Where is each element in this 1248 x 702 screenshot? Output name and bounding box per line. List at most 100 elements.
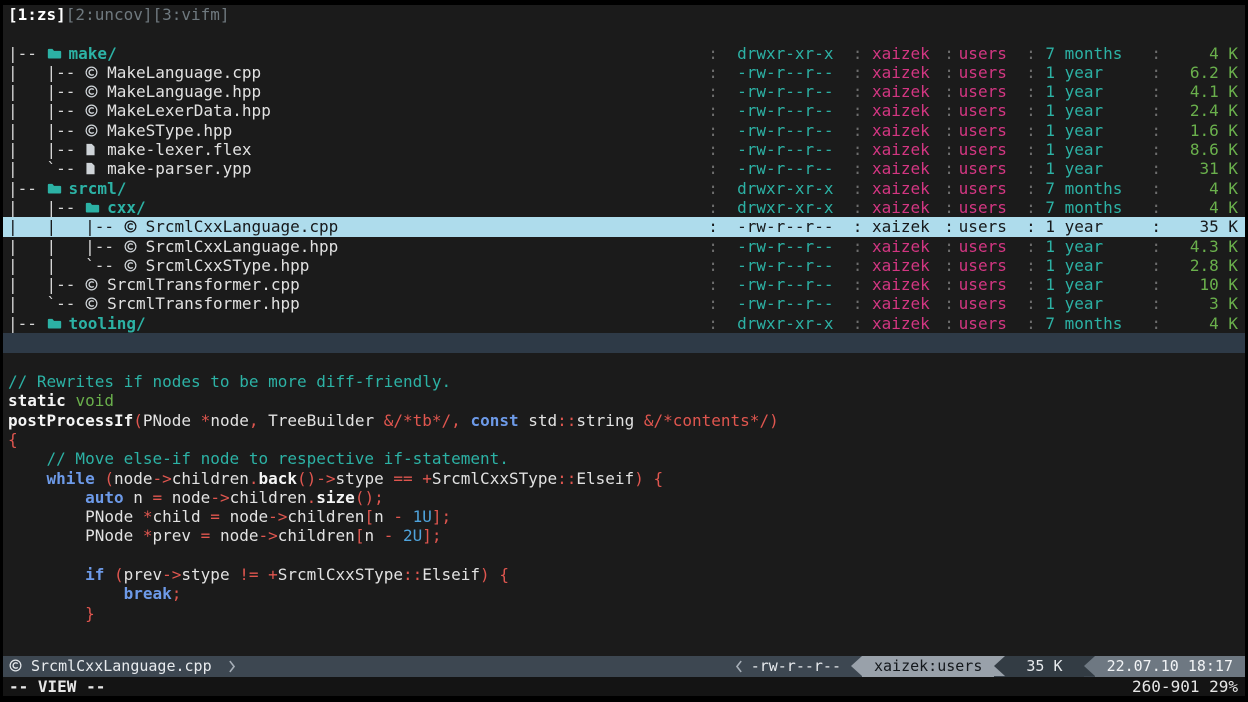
column-separator: : [1142,237,1171,256]
tree-branch: |-- [8,314,47,333]
file-age: 1 year [1045,237,1141,256]
cpp-icon [85,63,100,82]
file-row-selected[interactable]: | | |-- SrcmlCxxLanguage.cpp:-rw-r--r--:… [3,217,1245,236]
file-row[interactable]: | |-- MakeLexerData.hpp:-rw-r--r--:xaize… [3,101,1245,120]
file-row[interactable]: | |-- cxx/:drwxr-xr-x:xaizek:users:7 mon… [3,198,1245,217]
folder-icon [85,198,100,217]
column-separator: : [843,82,872,101]
column-separator: : [939,294,958,313]
file-size: 2.4 K [1171,101,1238,120]
file-permissions: -rw-r--r-- [728,63,844,82]
tab-1[interactable]: [1:zs] [8,5,66,24]
cpp-icon [124,256,139,275]
folder-icon [47,179,62,198]
file-permissions: drwxr-xr-x [728,314,844,333]
file-size: 2.8 K [1171,256,1238,275]
statusbar-right: -rw-r--r-- xaizek:users 35 K 22.07.10 18… [727,656,1245,677]
file-age: 1 year [1045,121,1141,140]
column-separator: : [699,101,728,120]
column-separator: : [1142,294,1171,313]
column-separator: : [939,63,958,82]
file-group: users [959,198,1017,217]
column-separator: : [699,217,728,236]
file-group: users [959,140,1017,159]
tree-branch: | |-- [8,63,85,82]
file-group: users [959,159,1017,178]
file-group: users [959,63,1017,82]
file-row[interactable]: | |-- MakeLanguage.cpp:-rw-r--r--:xaizek… [3,63,1245,82]
path-line: [tree] @ ~/dev/projects/cxx11/zograscope [3,24,1245,43]
file-size: 4 K [1171,179,1238,198]
file-permissions: -rw-r--r-- [728,82,844,101]
code-line: } [8,604,1245,623]
file-row[interactable]: | |-- MakeLanguage.hpp:-rw-r--r--:xaizek… [3,82,1245,101]
file-row[interactable]: |-- tooling/:drwxr-xr-x:xaizek:users:7 m… [3,314,1245,333]
file-row[interactable]: | | `-- SrcmlCxxSType.hpp:-rw-r--r--:xai… [3,256,1245,275]
column-separator: : [1016,275,1045,294]
column-separator: : [939,198,958,217]
column-separator: : [843,101,872,120]
column-separator: : [1142,159,1171,178]
column-separator: : [939,237,958,256]
file-owner: xaizek [872,101,939,120]
file-name-cell: |-- tooling/ [8,314,699,333]
file-size: 6.2 K [1171,63,1238,82]
file-size: 35 K [1171,217,1238,236]
statusbar-datetime: 22.07.10 18:17 [1095,656,1245,677]
file-row[interactable]: |-- srcml/:drwxr-xr-x:xaizek:users:7 mon… [3,179,1245,198]
file-group: users [959,101,1017,120]
file-size: 4 K [1171,44,1238,63]
column-separator: : [843,179,872,198]
column-separator: : [939,256,958,275]
tab-3[interactable]: [3:vifm] [153,5,230,24]
mode-line: -- VIEW -- 260-901 29% [3,677,1245,696]
file-row[interactable]: | |-- SrcmlTransformer.cpp:-rw-r--r--:xa… [3,275,1245,294]
file-group: users [959,121,1017,140]
column-separator: : [1016,256,1045,275]
file-group: users [959,314,1017,333]
code-line: // Rewrites if nodes to be more diff-fri… [8,372,1245,391]
file-permissions: drwxr-xr-x [728,179,844,198]
file-name: SrcmlCxxLanguage.cpp [146,217,339,236]
file-name: make-lexer.flex [107,140,252,159]
file-permissions: -rw-r--r-- [728,217,844,236]
tree-branch: |-- [8,179,47,198]
file-group: users [959,294,1017,313]
column-separator: : [1016,101,1045,120]
column-separator: : [843,294,872,313]
file-name: MakeLanguage.cpp [107,63,261,82]
file-permissions: -rw-r--r-- [728,275,844,294]
file-name-cell: | |-- MakeLanguage.cpp [8,63,699,82]
file-size: 8.6 K [1171,140,1238,159]
column-separator: : [939,44,958,63]
file-name-cell: |-- srcml/ [8,179,699,198]
file-group: users [959,217,1017,236]
file-row[interactable]: | | |-- SrcmlCxxLanguage.hpp:-rw-r--r--:… [3,237,1245,256]
file-row[interactable]: | `-- SrcmlTransformer.hpp:-rw-r--r--:xa… [3,294,1245,313]
file-age: 1 year [1045,82,1141,101]
code-line: break; [8,584,1245,603]
column-separator: : [699,159,728,178]
code-line: { [8,430,1245,449]
column-separator: : [699,237,728,256]
powerline-separator-icon [994,656,1005,676]
file-name-cell: | |-- MakeLanguage.hpp [8,82,699,101]
scroll-position: 260-901 29% [1132,677,1238,696]
column-separator: : [1016,121,1045,140]
column-separator: : [1142,198,1171,217]
tab-2[interactable]: [2:uncov] [66,5,153,24]
file-row[interactable]: |-- make/:drwxr-xr-x:xaizek:users:7 mont… [3,44,1245,63]
file-name-cell: | |-- MakeLexerData.hpp [8,101,699,120]
column-separator: : [843,198,872,217]
file-owner: xaizek [872,140,939,159]
code-line: if (prev->stype != +SrcmlCxxSType::Elsei… [8,565,1245,584]
file-name-cell: | | |-- SrcmlCxxLanguage.hpp [8,237,699,256]
file-age: 1 year [1045,101,1141,120]
file-row[interactable]: | `-- make-parser.ypp:-rw-r--r--:xaizek:… [3,159,1245,178]
file-owner: xaizek [872,314,939,333]
tree-branch: | |-- [8,198,85,217]
file-row[interactable]: | |-- MakeSType.hpp:-rw-r--r--:xaizek:us… [3,121,1245,140]
file-owner: xaizek [872,198,939,217]
file-row[interactable]: | |-- make-lexer.flex:-rw-r--r--:xaizek:… [3,140,1245,159]
file-name-cell: |-- make/ [8,44,699,63]
